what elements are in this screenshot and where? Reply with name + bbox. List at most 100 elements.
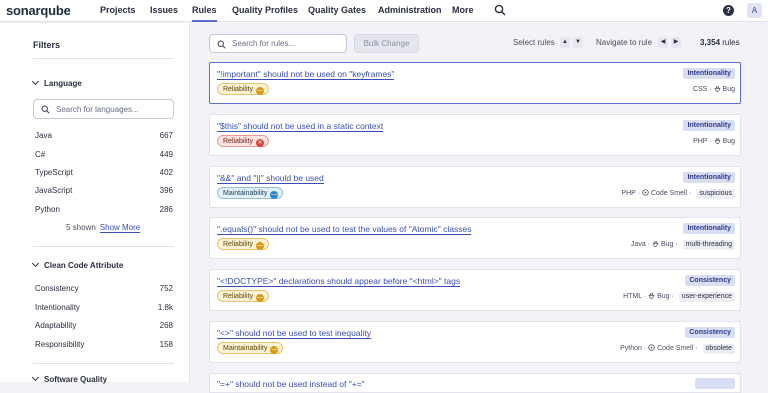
rule-language: CSS: [693, 86, 707, 93]
sonarqube-logo[interactable]: sonarqube: [6, 3, 71, 18]
search-icon[interactable]: [494, 4, 506, 16]
bug-icon: [714, 85, 721, 92]
severity-med-icon: —: [256, 87, 264, 95]
severity-high-icon: ✕: [256, 139, 264, 147]
rule-card[interactable]: "!important" should not be used on "keyf…: [209, 62, 741, 104]
nav-issues[interactable]: Issues: [150, 0, 178, 22]
nav-projects[interactable]: Projects: [100, 0, 136, 22]
show-more-link[interactable]: Show More: [100, 223, 140, 233]
bulk-change-button[interactable]: Bulk Change: [354, 34, 419, 53]
avatar[interactable]: A: [747, 3, 762, 18]
facet-item-typescript[interactable]: TypeScript402: [35, 168, 173, 180]
rule-title-link[interactable]: "<>" should not be used to test inequali…: [217, 328, 371, 339]
software-quality-badge[interactable]: Reliability—: [217, 83, 269, 95]
rule-language: Java: [631, 241, 646, 248]
rule-card[interactable]: "$this" should not be used in a static c…: [209, 114, 741, 156]
rule-type: Bug: [723, 138, 735, 145]
shown-count: 5 shownShow More: [66, 223, 140, 232]
rule-tag[interactable]: multi-threading: [683, 240, 735, 250]
rule-card[interactable]: "&&" and "||" should be usedIntentionali…: [209, 166, 741, 208]
software-quality-badge[interactable]: Maintainability—: [217, 187, 283, 199]
rule-title-link[interactable]: "&&" and "||" should be used: [217, 173, 324, 184]
select-rules-label: Select rules: [513, 38, 555, 47]
software-quality-badge[interactable]: Reliability—: [217, 238, 269, 250]
rule-title-link[interactable]: ".equals()" should not be used to test t…: [217, 224, 471, 235]
rule-card[interactable]: "=+" should not be used instead of "+=": [209, 373, 741, 393]
clean-code-attribute-badge: Intentionality: [683, 120, 735, 131]
severity-med-icon: —: [256, 294, 264, 302]
facet-item-java[interactable]: Java667: [35, 131, 173, 143]
severity-med-icon: —: [270, 346, 278, 354]
select-up-key[interactable]: ▲: [560, 37, 570, 48]
rule-meta: PHP · Code Smell · suspicious: [621, 189, 735, 199]
bug-icon: [714, 137, 721, 144]
facet-item-responsibility[interactable]: Responsibility158: [35, 340, 173, 352]
rule-tag[interactable]: user-experience: [679, 292, 735, 302]
code-smell-icon: [642, 189, 649, 196]
rule-meta: CSS · Bug: [693, 85, 735, 93]
facet-item-python[interactable]: Python286: [35, 205, 173, 217]
navigate-to-rule-label: Navigate to rule: [596, 38, 652, 47]
clean-code-attribute-badge: Intentionality: [683, 223, 735, 234]
facet-item-consistency[interactable]: Consistency752: [35, 284, 173, 296]
chevron-down-icon: [32, 260, 39, 267]
rule-title-link[interactable]: "!important" should not be used on "keyf…: [217, 69, 394, 80]
bug-icon: [648, 292, 655, 299]
search-icon: [217, 40, 226, 49]
divider: [33, 58, 174, 59]
facet-item-intentionality[interactable]: Intentionality1.8k: [35, 303, 173, 315]
top-navigation-bar: sonarqube Projects Issues Rules Quality …: [0, 0, 768, 22]
divider: [33, 246, 174, 247]
rule-language: HTML: [623, 293, 642, 300]
code-smell-icon: [648, 344, 655, 351]
rule-type: Bug: [657, 293, 669, 300]
navigate-right-key[interactable]: ▶: [671, 37, 681, 48]
language-search-input[interactable]: Search for languages...: [33, 99, 174, 119]
rule-language: PHP: [693, 138, 707, 145]
nav-more[interactable]: More: [452, 0, 474, 22]
facet-item-javascript[interactable]: JavaScript396: [35, 186, 173, 198]
rule-type: Code Smell: [651, 190, 687, 197]
nav-quality-gates[interactable]: Quality Gates: [308, 0, 366, 22]
nav-rules[interactable]: Rules: [192, 0, 217, 22]
rule-type: Code Smell: [657, 345, 693, 352]
rule-title-link[interactable]: "$this" should not be used in a static c…: [217, 121, 383, 132]
rule-card[interactable]: "<>" should not be used to test inequali…: [209, 321, 741, 363]
clean-code-facet-header[interactable]: Clean Code Attribute: [33, 261, 123, 270]
software-quality-badge[interactable]: Reliability—: [217, 290, 269, 302]
severity-med-icon: —: [256, 242, 264, 250]
software-quality-badge[interactable]: Reliability✕: [217, 135, 269, 147]
rule-card[interactable]: "<!DOCTYPE>" declarations should appear …: [209, 269, 741, 311]
chevron-down-icon: [32, 374, 39, 381]
rule-title-link[interactable]: "=+" should not be used instead of "+=": [217, 379, 365, 389]
facet-item-csharp[interactable]: C#449: [35, 150, 173, 162]
rule-tag[interactable]: suspicious: [696, 189, 735, 199]
help-icon[interactable]: ?: [723, 5, 734, 16]
clean-code-attribute-badge: Intentionality: [683, 68, 735, 79]
rule-type: Bug: [661, 241, 673, 248]
rule-meta: Java · Bug · multi-threading: [631, 240, 735, 250]
filters-sidebar: Filters Language Search for languages...…: [0, 23, 190, 382]
rule-card[interactable]: ".equals()" should not be used to test t…: [209, 217, 741, 259]
clean-code-attribute-badge: Consistency: [685, 327, 735, 338]
rules-search-input[interactable]: Search for rules...: [209, 34, 347, 53]
rules-total-count: 3,354 rules: [700, 38, 740, 47]
rule-title-link[interactable]: "<!DOCTYPE>" declarations should appear …: [217, 276, 460, 287]
divider: [33, 363, 174, 364]
severity-low-icon: —: [270, 191, 278, 199]
rule-tag[interactable]: obsolete: [703, 344, 735, 354]
clean-code-attribute-badge: Consistency: [685, 275, 735, 286]
software-quality-facet-header[interactable]: Software Quality: [33, 375, 107, 384]
language-facet-header[interactable]: Language: [33, 79, 82, 88]
chevron-down-icon: [32, 78, 39, 85]
search-icon: [41, 105, 50, 114]
facet-item-adaptability[interactable]: Adaptability268: [35, 321, 173, 333]
attribute-badge: [695, 378, 735, 389]
rule-language: PHP: [621, 190, 635, 197]
nav-administration[interactable]: Administration: [378, 0, 442, 22]
navigate-left-key[interactable]: ◀: [658, 37, 668, 48]
software-quality-badge[interactable]: Maintainability—: [217, 342, 283, 354]
nav-quality-profiles[interactable]: Quality Profiles: [232, 0, 298, 22]
select-down-key[interactable]: ▼: [573, 37, 583, 48]
rule-language: Python: [620, 345, 642, 352]
